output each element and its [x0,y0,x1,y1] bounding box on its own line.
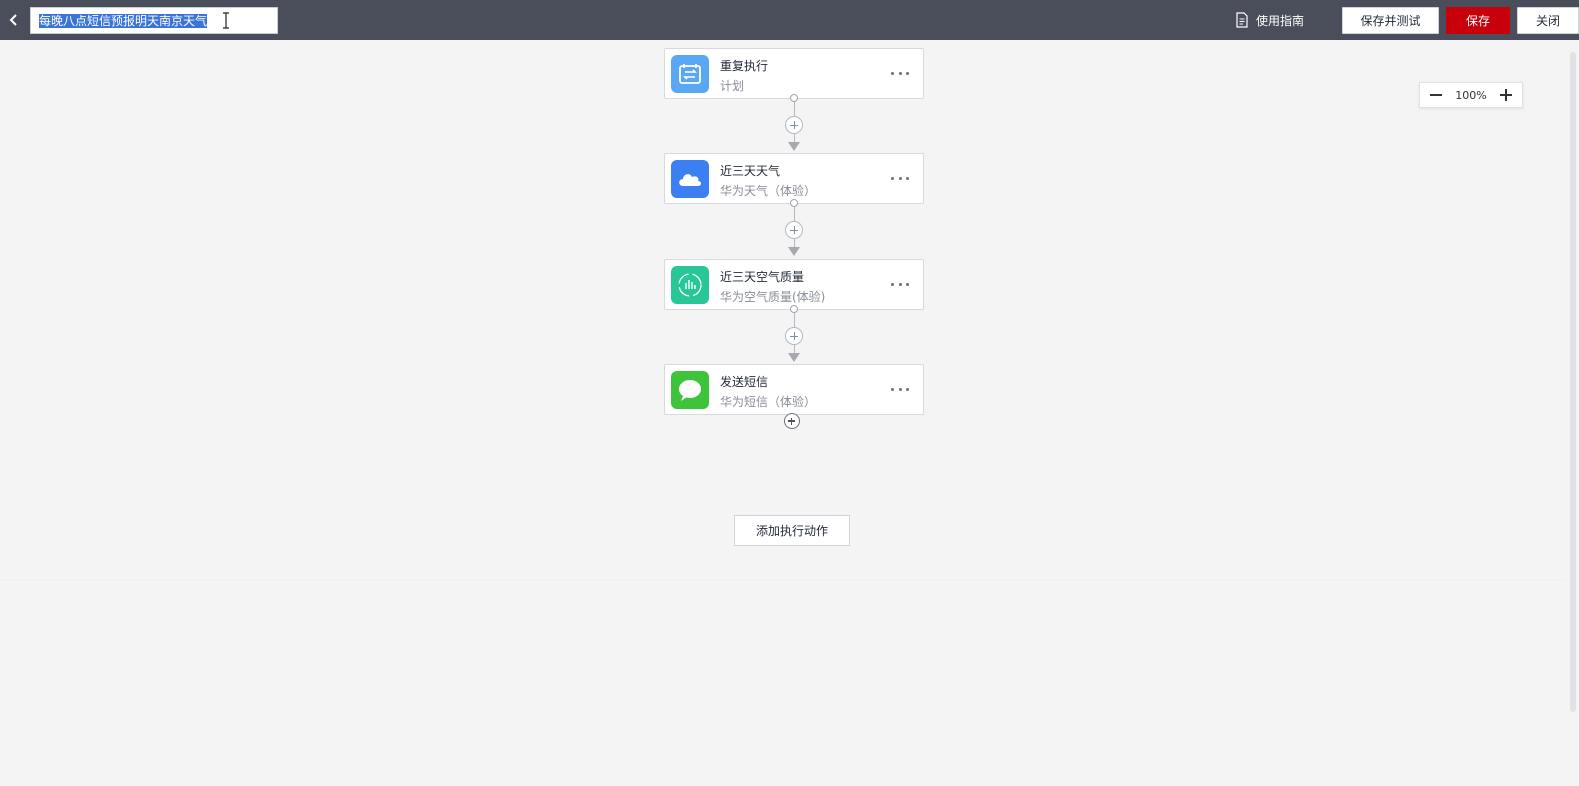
connector-arrow-icon [788,247,800,256]
insert-step-button[interactable] [785,221,803,239]
connector-line [793,313,795,327]
connector-port [790,199,798,207]
close-button[interactable]: 关闭 [1517,7,1579,34]
connector-arrow-icon [788,353,800,362]
zoom-in-icon[interactable] [1499,89,1512,101]
zoom-level: 100% [1455,88,1487,102]
connector-line [793,207,795,221]
step-title: 发送短信 [720,375,769,389]
text-cursor-icon [223,12,229,29]
flow-step-card-schedule[interactable]: 重复执行 计划 [664,48,924,99]
canvas-divider [0,580,1567,581]
flow-title-text: 每晚八点短信预报明天南京天气 [39,13,208,28]
flow-step-card-weather[interactable]: 近三天天气 华为天气（体验） [664,153,924,204]
calendar-icon [671,55,709,93]
top-bar: 每晚八点短信预报明天南京天气 使用指南 保存并测试 保存 关闭 [0,0,1579,40]
insert-step-button[interactable] [785,116,803,134]
step-title: 近三天空气质量 [720,270,805,284]
step-title: 近三天天气 [720,164,781,178]
flow-title-input[interactable]: 每晚八点短信预报明天南京天气 [30,7,278,34]
connector-line [793,345,795,353]
connector-port [790,94,798,102]
more-options-icon[interactable] [891,171,909,185]
save-button[interactable]: 保存 [1446,7,1510,34]
air-quality-icon [671,266,709,304]
flow-step-card-sms[interactable]: 发送短信 华为短信（体验） [664,364,924,415]
append-step-button[interactable] [784,413,800,429]
zoom-out-icon[interactable] [1430,89,1442,101]
zoom-control: 100% [1419,82,1523,108]
more-options-icon[interactable] [891,382,909,396]
document-icon [1236,12,1248,28]
more-options-icon[interactable] [891,277,909,291]
connector-line [793,134,795,142]
back-arrow-icon[interactable] [4,10,24,30]
step-title: 重复执行 [720,59,769,73]
connector-arrow-icon [788,142,800,151]
user-guide-link[interactable]: 使用指南 [1235,11,1304,29]
add-action-button[interactable]: 添加执行动作 [734,515,850,546]
step-subtitle: 计划 [720,79,745,93]
step-subtitle: 华为空气质量(体验) [720,290,826,304]
connector-line [793,102,795,116]
step-subtitle: 华为短信（体验） [720,395,817,409]
user-guide-label: 使用指南 [1256,13,1305,28]
insert-step-button[interactable] [785,327,803,345]
scrollbar-thumb[interactable] [1570,52,1576,712]
cloud-icon [671,160,709,198]
connector-line [793,239,795,247]
step-subtitle: 华为天气（体验） [720,184,817,198]
save-and-test-button[interactable]: 保存并测试 [1342,7,1439,34]
connector-port [790,305,798,313]
more-options-icon[interactable] [891,66,909,80]
flow-step-card-air-quality[interactable]: 近三天空气质量 华为空气质量(体验) [664,259,924,310]
message-icon [671,371,709,409]
